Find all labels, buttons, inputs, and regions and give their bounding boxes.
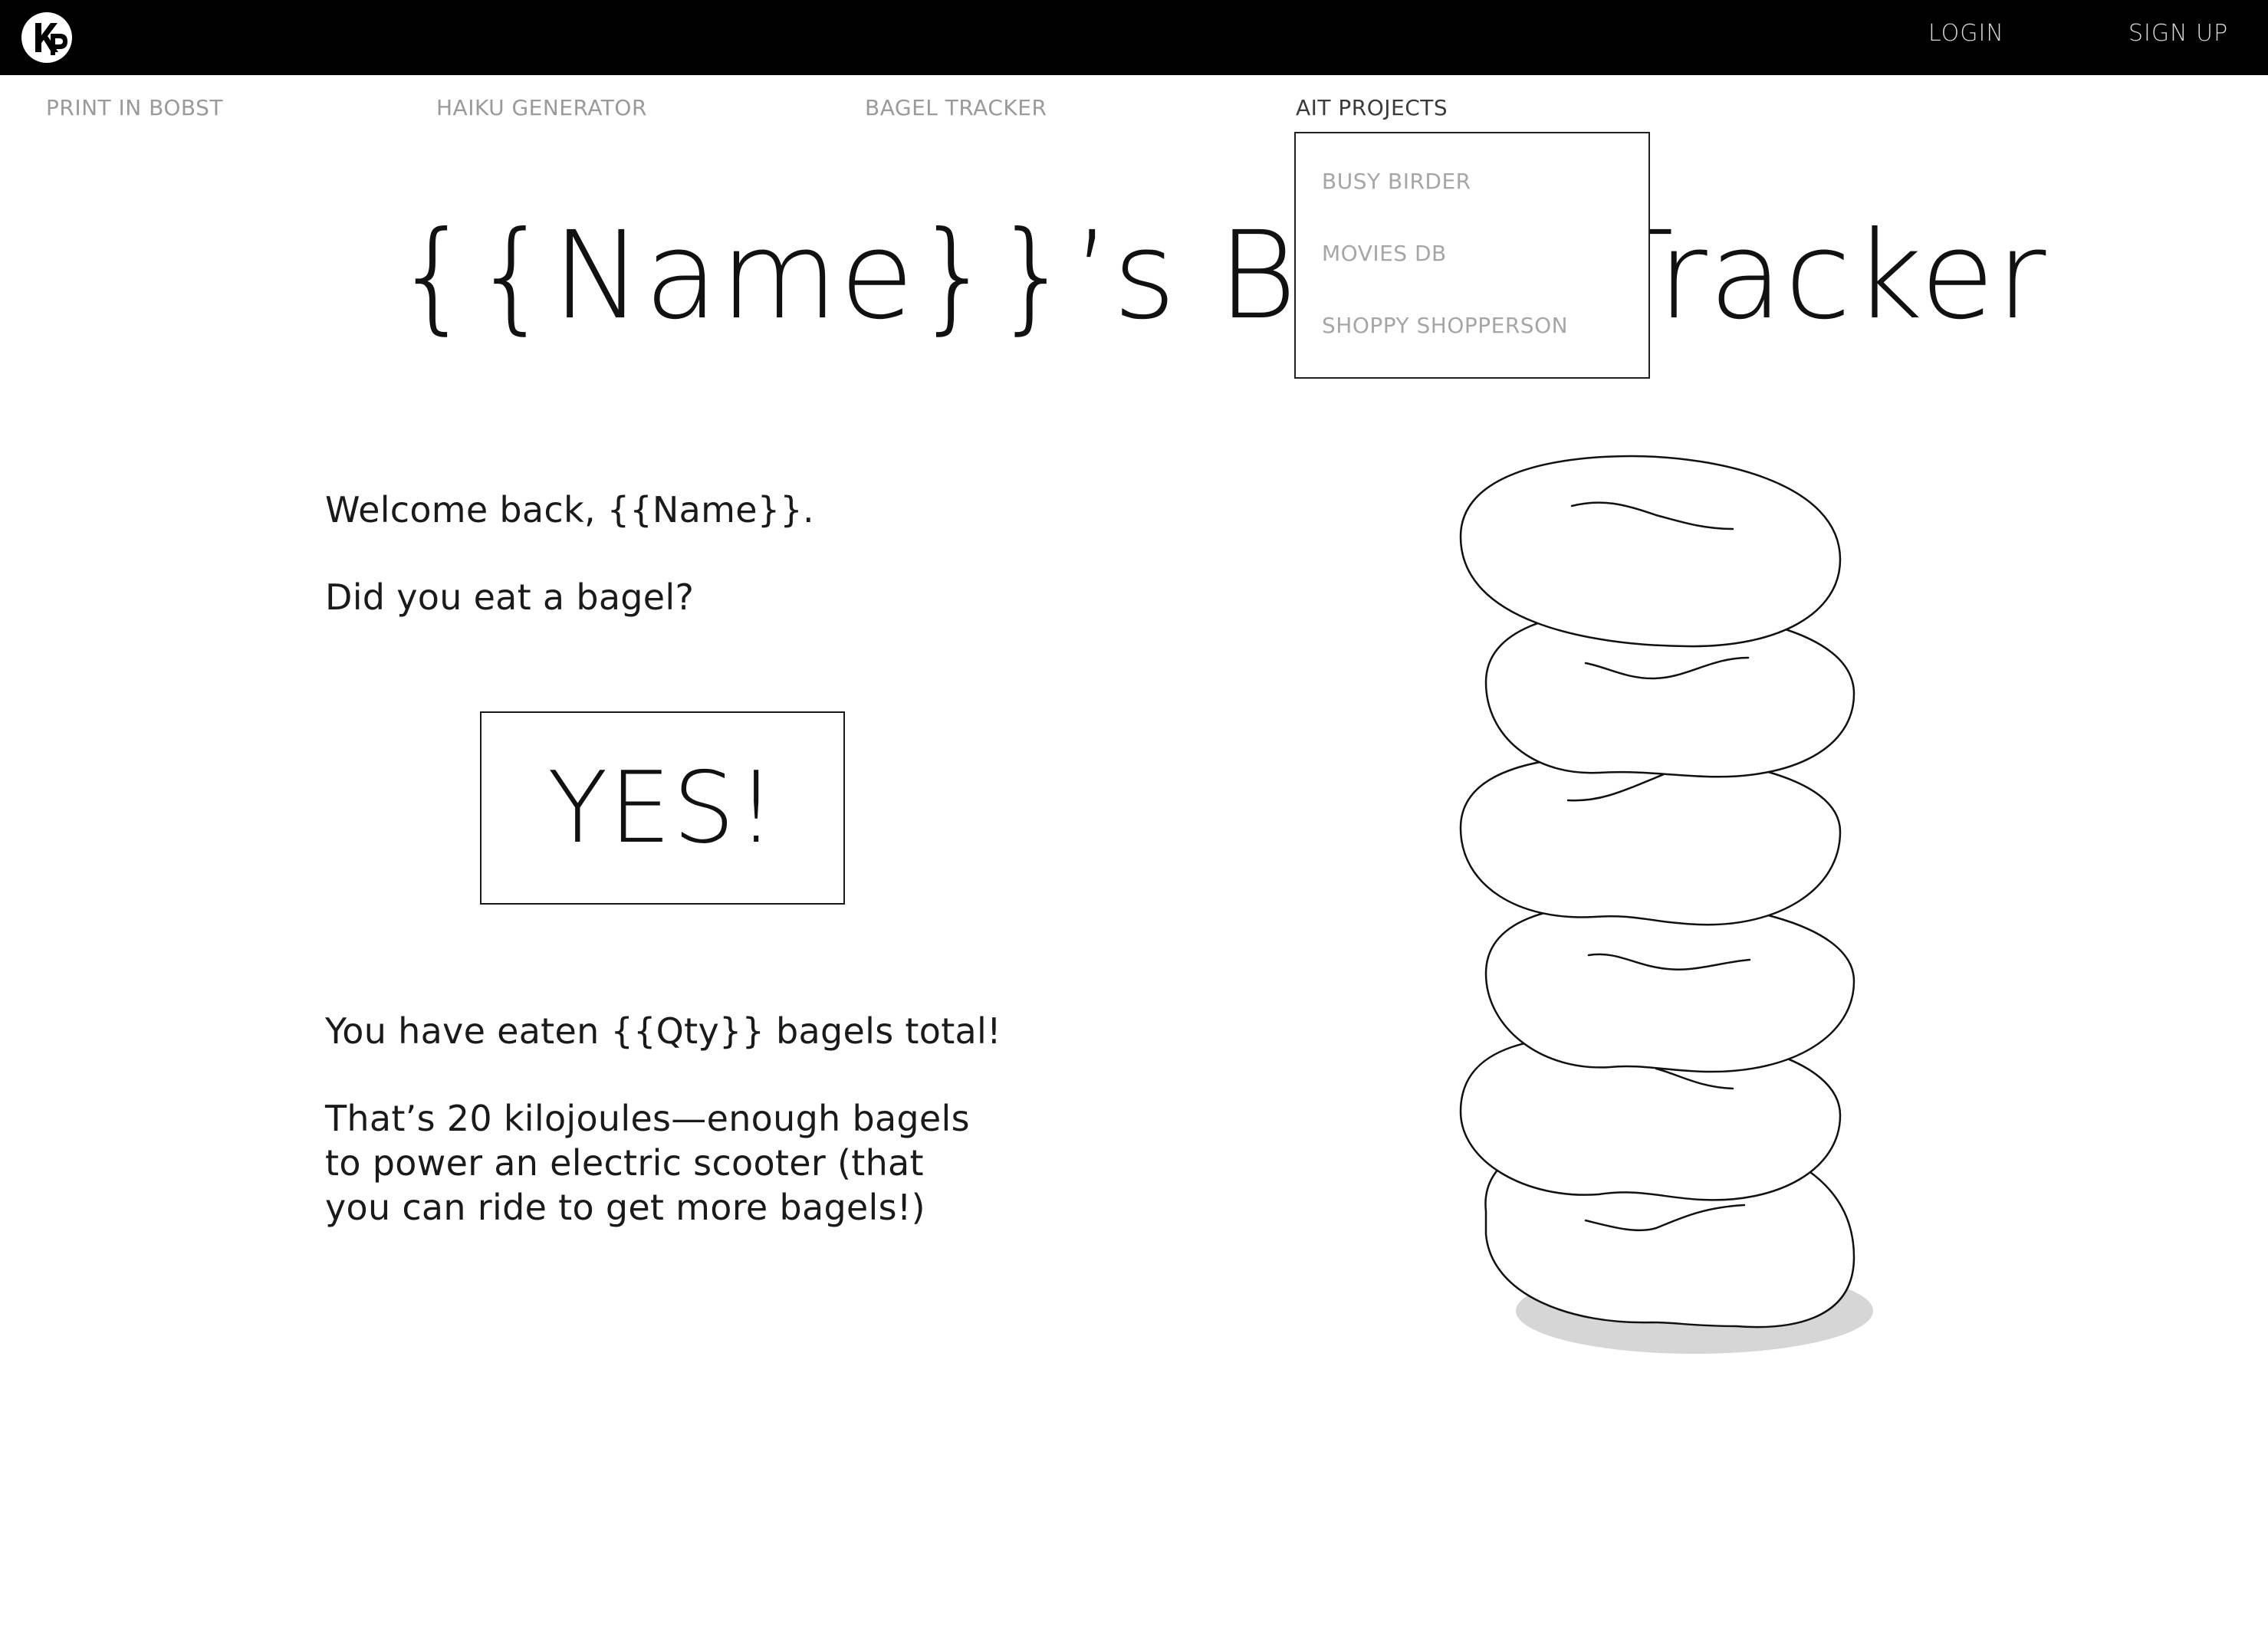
bagel-4 (1484, 900, 1855, 1073)
dropdown-item-movies-db[interactable]: MOVIES DB (1322, 241, 1447, 266)
bagel-total-text: You have eaten {{Qty}} bagels total! (325, 1010, 1001, 1052)
signup-link[interactable]: SIGN UP (2128, 20, 2228, 47)
bagel-question: Did you eat a bagel? (325, 576, 695, 618)
top-bar: KP LOGIN SIGN UP (0, 0, 2268, 75)
bagel-3 (1459, 754, 1842, 926)
bagel-stack-illustration (1459, 455, 1873, 1354)
yes-button[interactable]: YES! (480, 711, 845, 905)
ait-projects-dropdown: BUSY BIRDER MOVIES DB SHOPPY SHOPPERSON (1294, 132, 1650, 379)
nav-item-ait-projects[interactable]: AIT PROJECTS (1296, 95, 1448, 120)
yes-button-label: YES! (547, 750, 777, 865)
dropdown-item-shoppy-shopperson[interactable]: SHOPPY SHOPPERSON (1322, 313, 1568, 338)
login-link[interactable]: LOGIN (1928, 20, 2004, 47)
nav-item-haiku-generator[interactable]: HAIKU GENERATOR (436, 95, 647, 120)
logo-icon[interactable]: KP (20, 11, 74, 64)
nav-item-print-in-bobst[interactable]: PRINT IN BOBST (46, 95, 223, 120)
bagel-1 (1459, 455, 1842, 648)
page-title: {{Name}}’s Bagel Tracker (395, 205, 2048, 346)
welcome-text: Welcome back, {{Name}}. (325, 489, 814, 530)
dropdown-item-busy-birder[interactable]: BUSY BIRDER (1322, 169, 1471, 194)
nav-item-bagel-tracker[interactable]: BAGEL TRACKER (865, 95, 1047, 120)
bagel-energy-fact: That’s 20 kilojoules—enough bagels to po… (325, 1098, 970, 1228)
